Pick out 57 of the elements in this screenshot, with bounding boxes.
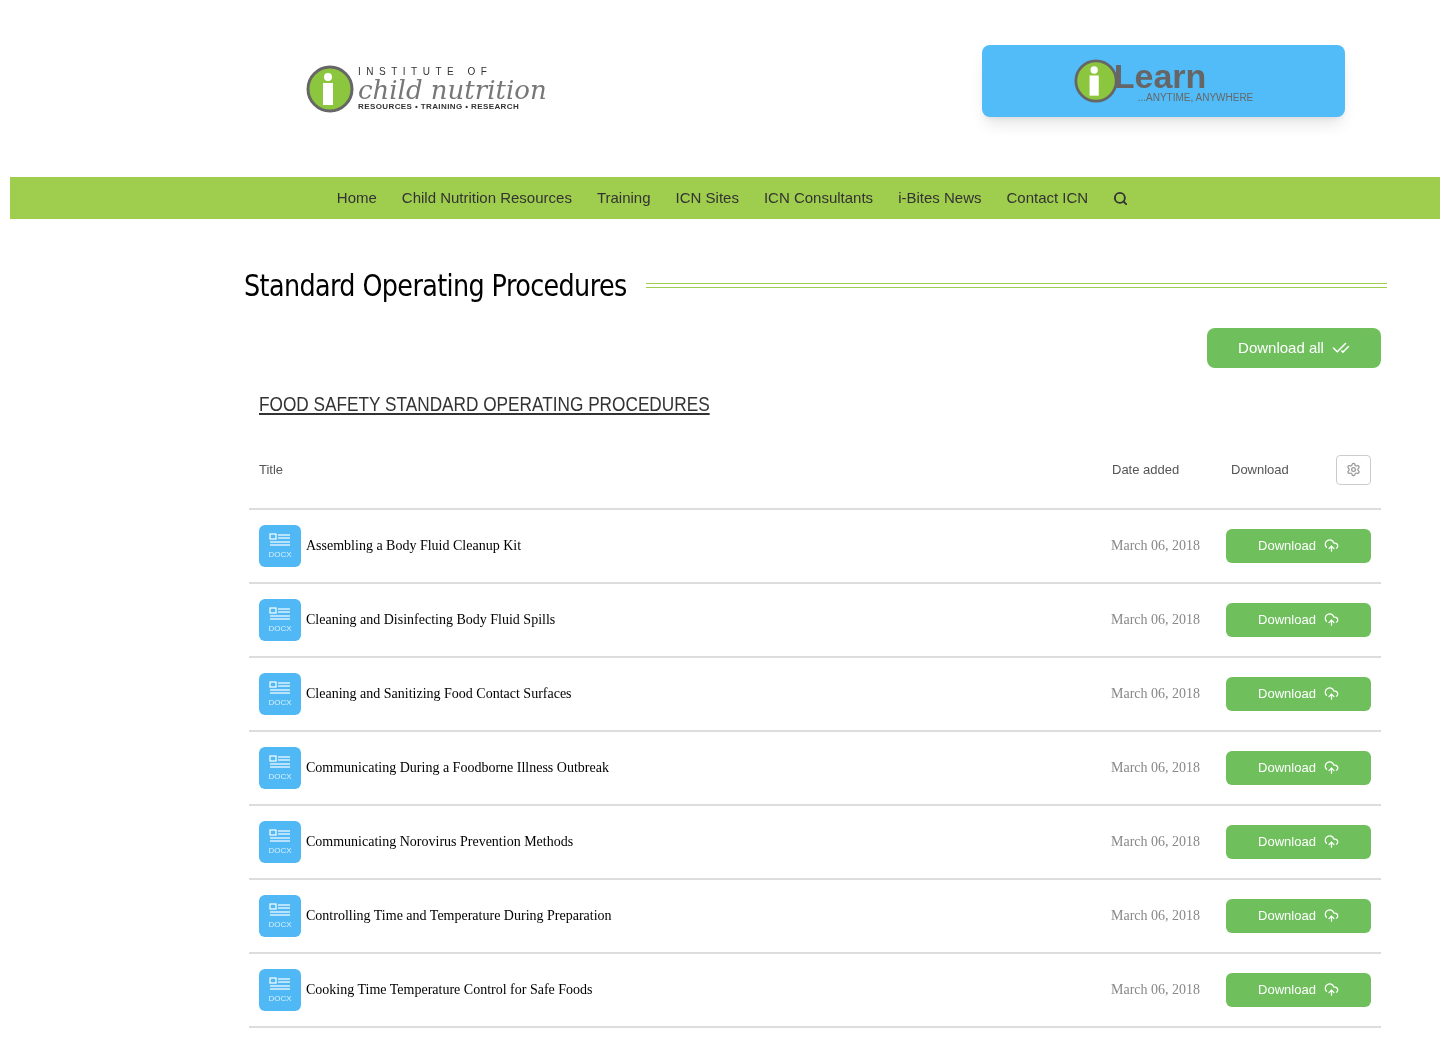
text-lines-icon bbox=[269, 902, 291, 919]
cloud-icon bbox=[1323, 686, 1339, 701]
date-added: March 06, 2018 bbox=[1111, 759, 1202, 777]
document-title[interactable]: Communicating Norovirus Prevention Methods bbox=[306, 831, 574, 852]
text-lines-icon bbox=[269, 606, 291, 623]
text-lines-icon bbox=[269, 754, 291, 771]
cloud-icon bbox=[1323, 538, 1339, 553]
file-type-label: DOCX bbox=[268, 772, 292, 781]
document-title[interactable]: Controlling Time and Temperature During Preparation bbox=[306, 905, 612, 926]
file-type-label: DOCX bbox=[268, 624, 292, 633]
logo-main-text: child nutrition bbox=[358, 76, 547, 103]
text-lines-icon bbox=[269, 828, 291, 845]
institute-logo[interactable]: INSTITUTE OF child nutrition RESOURCES • TRAINING • RESEARCH bbox=[306, 64, 547, 113]
file-type-label: DOCX bbox=[268, 550, 292, 559]
nav-link[interactable]: Child Nutrition Resources bbox=[401, 186, 572, 210]
search-icon[interactable] bbox=[1113, 190, 1129, 206]
date-added: March 06, 2018 bbox=[1111, 611, 1202, 629]
text-lines-icon bbox=[269, 532, 291, 549]
i-logo-icon bbox=[306, 64, 354, 113]
date-added: March 06, 2018 bbox=[1111, 981, 1202, 999]
file-type-label: DOCX bbox=[268, 994, 292, 1003]
date-added: March 06, 2018 bbox=[1111, 537, 1202, 555]
cloud-icon bbox=[1323, 760, 1339, 775]
document-title[interactable]: Communicating During a Foodborne Illness Outbreak bbox=[306, 757, 609, 778]
column-header: Date added bbox=[1112, 460, 1181, 479]
text-lines-icon bbox=[269, 680, 291, 697]
cloud-icon bbox=[1323, 612, 1339, 627]
cloud-icon bbox=[1323, 908, 1339, 923]
document-title[interactable]: Assembling a Body Fluid Cleanup Kit bbox=[306, 535, 522, 556]
nav-link[interactable]: i-Bites News bbox=[898, 186, 982, 210]
date-added: March 06, 2018 bbox=[1111, 907, 1202, 925]
text-lines-icon bbox=[269, 976, 291, 993]
cloud-icon bbox=[1323, 982, 1339, 997]
file-type-label: DOCX bbox=[268, 846, 292, 855]
file-type-label: DOCX bbox=[268, 698, 292, 707]
column-header: Title bbox=[259, 460, 285, 479]
nav-link[interactable]: ICN Sites bbox=[675, 186, 739, 210]
document-title[interactable]: Cleaning and Sanitizing Food Contact Surfaces bbox=[306, 683, 572, 704]
nav-link[interactable]: Training bbox=[596, 186, 651, 210]
logo-top-text: INSTITUTE OF bbox=[358, 66, 494, 77]
cloud-icon bbox=[1323, 834, 1339, 849]
ilearn-word: Learn bbox=[1113, 58, 1207, 93]
document-title[interactable]: Cleaning and Disinfecting Body Fluid Spills bbox=[306, 609, 556, 630]
nav-link[interactable]: ICN Consultants bbox=[763, 186, 874, 210]
nav-link[interactable]: Contact ICN bbox=[1006, 186, 1089, 210]
page-title: Standard Operating Procedures bbox=[244, 267, 627, 305]
nav-link[interactable]: Home bbox=[336, 186, 377, 210]
ilearn-tagline: ...ANYTIME, ANYWHERE bbox=[1137, 92, 1254, 103]
date-added: March 06, 2018 bbox=[1111, 833, 1202, 851]
i-logo-icon bbox=[1073, 58, 1118, 103]
date-added: March 06, 2018 bbox=[1111, 685, 1202, 703]
file-type-label: DOCX bbox=[268, 920, 292, 929]
document-title[interactable]: Cooking Time Temperature Control for Safe Foods bbox=[306, 979, 593, 1000]
column-header: Download bbox=[1231, 460, 1290, 479]
settings-icon bbox=[1346, 462, 1361, 477]
section-title[interactable]: FOOD SAFETY STANDARD OPERATING PROCEDURES bbox=[259, 388, 1180, 420]
logo-tagline: RESOURCES • TRAINING • RESEARCH bbox=[358, 102, 521, 111]
